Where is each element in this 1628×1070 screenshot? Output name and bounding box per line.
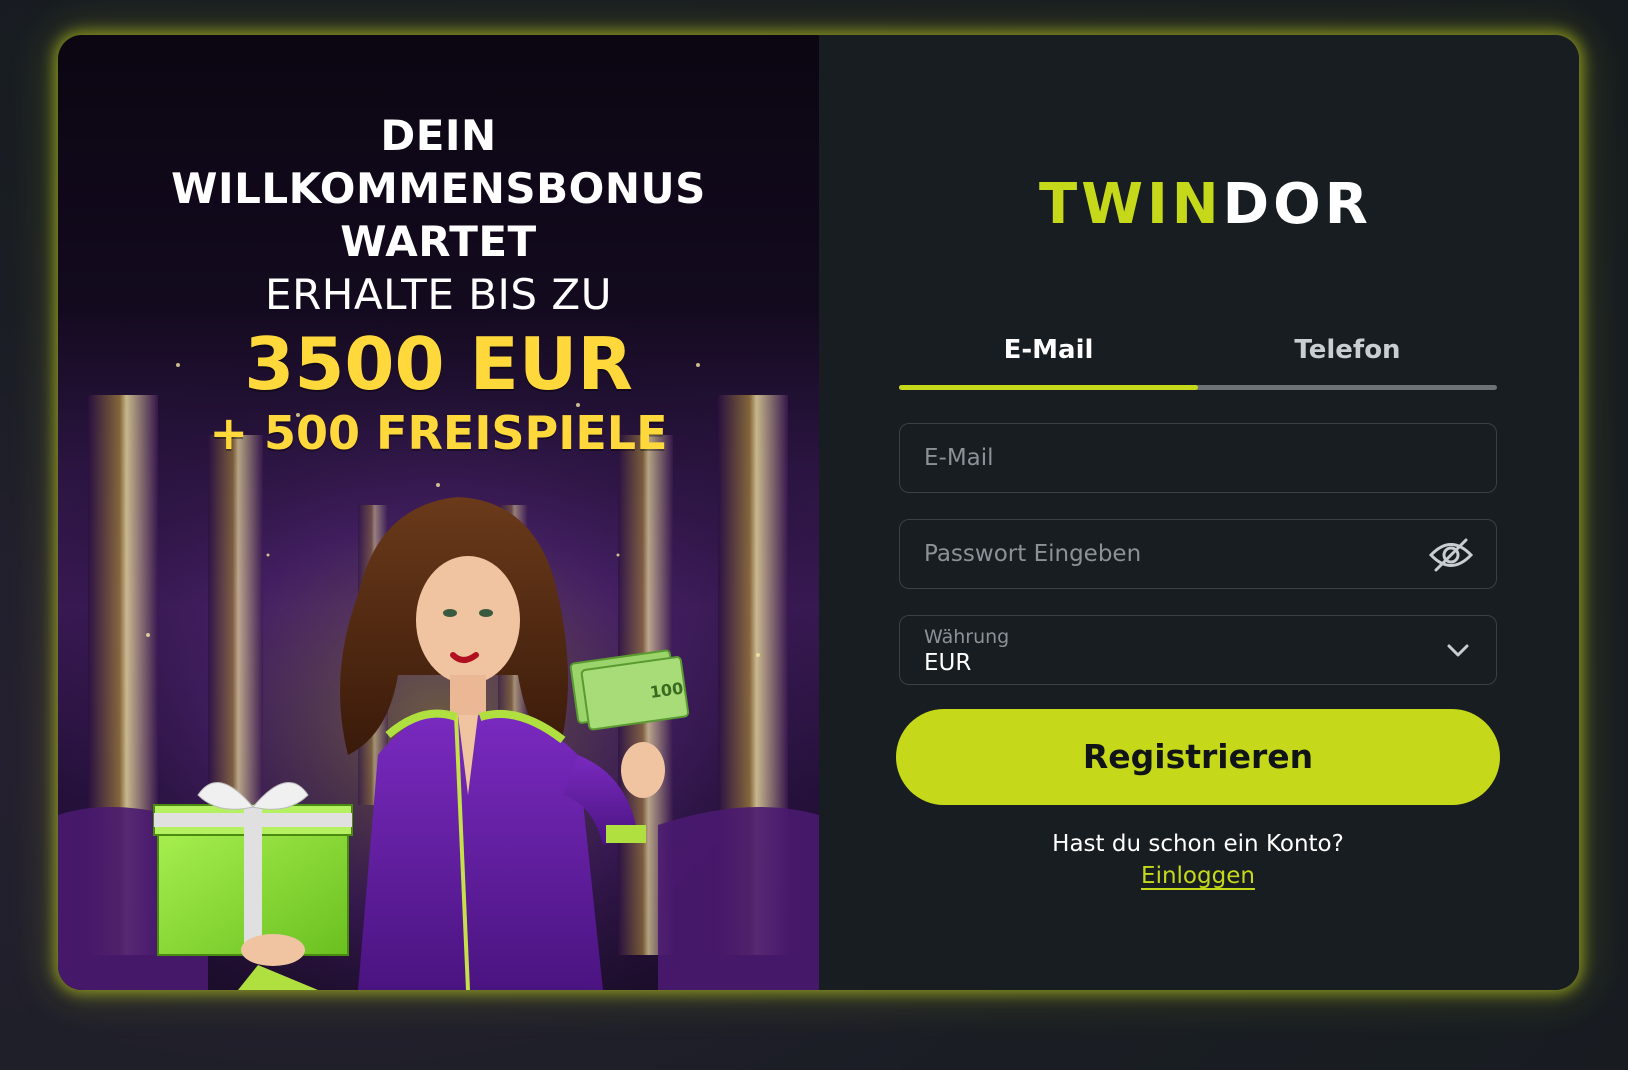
promo-headline-line-3: WARTET <box>340 217 537 266</box>
eye-off-icon[interactable] <box>1428 536 1474 574</box>
email-input[interactable] <box>900 424 1496 492</box>
tab-active-indicator <box>899 385 1198 390</box>
register-button[interactable]: Registrieren <box>896 709 1500 805</box>
tab-phone[interactable]: Telefon <box>1198 325 1497 389</box>
promo-subline: ERHALTE BIS ZU <box>265 270 612 319</box>
signup-method-tabs: E-Mail Telefon <box>899 325 1497 393</box>
promo-headline-line-2: WILLKOMMENSBONUS <box>171 164 706 213</box>
logo-part-dor: DOR <box>1222 172 1372 237</box>
login-link-wrapper: Einloggen <box>899 859 1497 893</box>
promo-free-spins: + 500 FREISPIELE <box>209 406 668 460</box>
registration-form-panel: TWINDOR E-Mail Telefon Währung EUR <box>819 35 1579 990</box>
logo-part-twin: TWIN <box>1039 172 1223 237</box>
brand-logo: TWINDOR <box>1039 172 1368 237</box>
login-link[interactable]: Einloggen <box>1141 863 1255 889</box>
password-input[interactable] <box>900 520 1496 588</box>
tab-email[interactable]: E-Mail <box>899 325 1198 389</box>
chevron-down-icon <box>1447 644 1469 657</box>
promo-headline-line-1: DEIN <box>380 111 497 160</box>
currency-label: Währung <box>924 626 1010 648</box>
promo-headline: DEIN WILLKOMMENSBONUS WARTET ERHALTE BIS… <box>58 109 819 460</box>
email-field <box>899 423 1497 493</box>
promo-panel: 100 DEIN WILLKOMMENSBONUS WARTET ERHALTE… <box>58 35 819 990</box>
password-field <box>899 519 1497 589</box>
currency-select[interactable]: Währung EUR <box>899 615 1497 685</box>
currency-value: EUR <box>924 650 972 676</box>
promo-amount: 3500 EUR <box>244 322 633 406</box>
registration-modal: 100 DEIN WILLKOMMENSBONUS WARTET ERHALTE… <box>58 35 1579 990</box>
login-prompt: Hast du schon ein Konto? <box>1052 831 1344 857</box>
